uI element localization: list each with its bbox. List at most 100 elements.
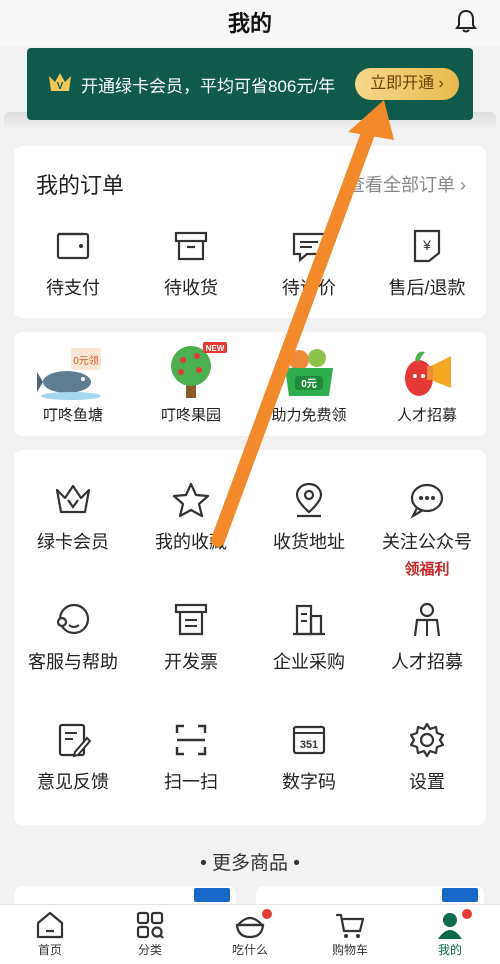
view-all-orders-link[interactable]: 查看全部订单 › bbox=[347, 171, 466, 197]
category-icon bbox=[136, 911, 164, 939]
more-products-title: • 更多商品 • bbox=[200, 853, 300, 874]
service-label: 意见反馈 bbox=[37, 772, 109, 792]
tab-mine[interactable]: 我的 bbox=[400, 905, 500, 964]
svg-text:0元领: 0元领 bbox=[73, 354, 99, 367]
notification-dot bbox=[462, 909, 472, 919]
wallet-icon bbox=[56, 232, 90, 260]
open-vip-button[interactable]: 立即开通 › bbox=[355, 68, 459, 100]
tab-label: 分类 bbox=[137, 943, 162, 957]
service-label: 数字码 bbox=[282, 772, 336, 792]
service-label: 人才招募 bbox=[391, 652, 463, 672]
service-label: 我的收藏 bbox=[155, 532, 227, 552]
order-item-label: 待支付 bbox=[46, 278, 100, 298]
banner-text: 开通绿卡会员，平均可省806元/年 bbox=[81, 77, 336, 96]
service-label: 设置 bbox=[409, 772, 445, 792]
service-label: 收货地址 bbox=[273, 532, 345, 552]
service-settings[interactable]: 设置 bbox=[368, 720, 486, 794]
feedback-icon bbox=[58, 723, 92, 758]
invoice-icon bbox=[174, 603, 208, 636]
svg-text:NEW: NEW bbox=[206, 344, 225, 353]
star-icon bbox=[172, 482, 210, 518]
services-card: 绿卡会员 我的收藏 收货地址 关注公众号 领福利 客服与帮助 开发票 企业采购 … bbox=[14, 450, 486, 825]
free-assist-entry[interactable]: 0元 助力免费领 bbox=[250, 338, 368, 425]
order-after-sales[interactable]: ¥ 售后/退款 bbox=[368, 226, 486, 300]
customer-service-icon bbox=[56, 603, 90, 635]
tab-home[interactable]: 首页 bbox=[0, 905, 100, 964]
comment-icon bbox=[292, 232, 326, 263]
product-card-peek[interactable] bbox=[256, 886, 484, 906]
home-icon bbox=[36, 911, 64, 939]
service-recruit[interactable]: 人才招募 bbox=[368, 600, 486, 674]
activity-label: 助力免费领 bbox=[271, 407, 347, 424]
activity-label: 叮咚果园 bbox=[160, 407, 221, 424]
service-label: 开发票 bbox=[164, 652, 218, 672]
recruit-icon bbox=[413, 602, 441, 637]
product-card-peek[interactable] bbox=[14, 886, 236, 906]
service-address[interactable]: 收货地址 bbox=[250, 480, 368, 579]
box-icon bbox=[174, 231, 208, 261]
product-tag bbox=[194, 888, 230, 902]
tab-label: 购物车 bbox=[331, 943, 368, 957]
building-icon bbox=[293, 604, 325, 636]
order-pending-payment[interactable]: 待支付 bbox=[14, 226, 132, 300]
activities-card: 0元领 叮咚鱼塘 NEW 叮咚果园 0元 助力免费领 人才招募 bbox=[14, 332, 486, 436]
tab-category[interactable]: 分类 bbox=[100, 905, 200, 964]
service-feedback[interactable]: 意见反馈 bbox=[14, 720, 132, 794]
product-tag bbox=[442, 888, 478, 902]
svg-text:V: V bbox=[57, 81, 64, 92]
page-title: 我的 bbox=[227, 11, 272, 36]
refund-icon: ¥ bbox=[413, 229, 441, 263]
tab-label: 吃什么 bbox=[231, 943, 268, 957]
service-vip-card[interactable]: 绿卡会员 bbox=[14, 480, 132, 579]
order-pending-delivery[interactable]: 待收货 bbox=[132, 226, 250, 300]
tab-cart[interactable]: 购物车 bbox=[300, 905, 400, 964]
svg-text:0元: 0元 bbox=[301, 378, 317, 390]
bell-icon[interactable] bbox=[454, 8, 478, 34]
tab-label: 我的 bbox=[437, 943, 462, 957]
scan-icon bbox=[175, 724, 207, 756]
chat-icon bbox=[410, 483, 444, 519]
svg-text:¥: ¥ bbox=[422, 237, 431, 253]
top-header: 我的 bbox=[0, 0, 500, 46]
digital-code-icon: 351 bbox=[292, 725, 326, 755]
bottom-tab-bar: 首页 分类 吃什么 购物车 我的 bbox=[0, 904, 500, 964]
activity-label: 叮咚鱼塘 bbox=[42, 407, 103, 424]
vip-crown-icon bbox=[55, 484, 91, 514]
order-item-label: 售后/退款 bbox=[388, 278, 466, 298]
my-orders-card: 我的订单 查看全部订单 › 待支付 待收货 待评价 ¥ 售后/退款 bbox=[14, 146, 486, 318]
service-enterprise[interactable]: 企业采购 bbox=[250, 600, 368, 674]
service-follow-account[interactable]: 关注公众号 领福利 bbox=[368, 480, 486, 579]
service-scan[interactable]: 扫一扫 bbox=[132, 720, 250, 794]
fish-pond-entry[interactable]: 0元领 叮咚鱼塘 bbox=[14, 338, 132, 425]
fruit-tree-icon: NEW bbox=[171, 342, 227, 398]
service-label: 关注公众号 bbox=[382, 532, 472, 552]
service-label: 客服与帮助 bbox=[28, 652, 118, 672]
free-basket-icon: 0元 bbox=[285, 349, 333, 396]
vip-banner[interactable]: V 开通绿卡会员，平均可省806元/年 立即开通 › bbox=[27, 48, 473, 120]
service-label: 企业采购 bbox=[273, 652, 345, 672]
benefit-badge: 领福利 bbox=[404, 561, 450, 578]
tab-what-to-eat[interactable]: 吃什么 bbox=[200, 905, 300, 964]
cart-icon bbox=[336, 913, 365, 938]
gear-icon bbox=[409, 722, 445, 758]
notification-dot bbox=[262, 909, 272, 919]
megaphone-icon bbox=[405, 351, 451, 396]
service-favorites[interactable]: 我的收藏 bbox=[132, 480, 250, 579]
order-item-label: 待收货 bbox=[164, 278, 218, 298]
fruit-orchard-entry[interactable]: NEW 叮咚果园 bbox=[132, 338, 250, 425]
order-pending-review[interactable]: 待评价 bbox=[250, 226, 368, 300]
service-label: 扫一扫 bbox=[164, 772, 218, 792]
fish-pond-icon: 0元领 bbox=[37, 348, 101, 400]
service-customer-help[interactable]: 客服与帮助 bbox=[14, 600, 132, 674]
crown-icon: V bbox=[49, 73, 71, 92]
service-label: 绿卡会员 bbox=[37, 532, 109, 552]
order-item-label: 待评价 bbox=[282, 278, 336, 298]
service-digital-code[interactable]: 351 数字码 bbox=[250, 720, 368, 794]
tab-label: 首页 bbox=[37, 943, 62, 957]
orders-title: 我的订单 bbox=[36, 173, 125, 198]
activity-label: 人才招募 bbox=[396, 407, 457, 424]
service-invoice[interactable]: 开发票 bbox=[132, 600, 250, 674]
location-icon bbox=[295, 482, 323, 518]
recruit-entry[interactable]: 人才招募 bbox=[368, 338, 486, 425]
svg-text:351: 351 bbox=[300, 739, 318, 751]
